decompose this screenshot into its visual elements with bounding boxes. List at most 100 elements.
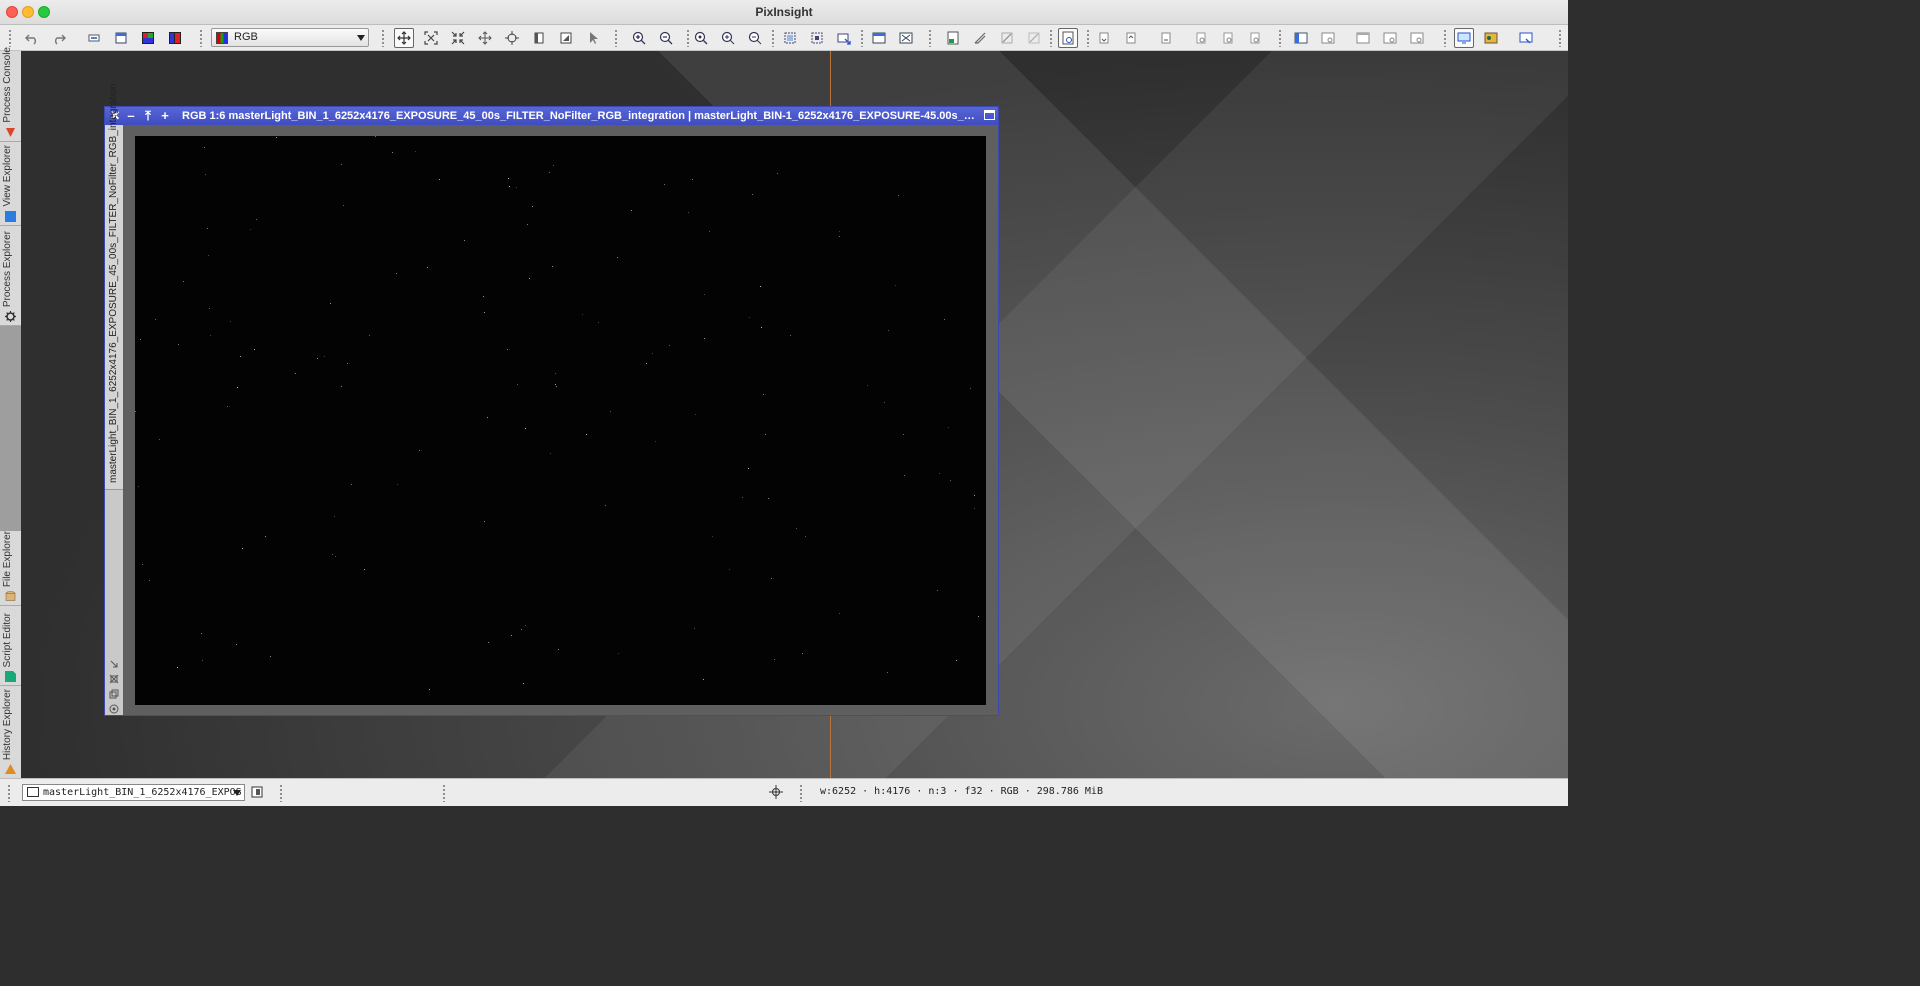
star-point — [586, 434, 587, 435]
new-image-button[interactable] — [111, 28, 131, 48]
toolbar-grip[interactable] — [686, 29, 690, 47]
view-selector[interactable]: masterLight_BIN_1_6252x4176_EXPOS — [22, 784, 245, 801]
stf-link-button[interactable] — [997, 28, 1017, 48]
mask-c-button[interactable] — [1245, 28, 1265, 48]
zoom-fit-button[interactable] — [448, 28, 468, 48]
statusbar-grip[interactable] — [7, 784, 11, 802]
edit-preview-button[interactable] — [807, 28, 827, 48]
mask-tool-button[interactable] — [556, 28, 576, 48]
cursor-readout-button[interactable] — [768, 784, 784, 800]
stf-auto-button[interactable] — [943, 28, 963, 48]
toolbar-grip[interactable] — [1558, 29, 1562, 47]
star-point — [796, 528, 797, 529]
zoom-in-button[interactable] — [629, 28, 649, 48]
star-point — [694, 628, 695, 629]
window-restore-icon[interactable] — [984, 110, 995, 120]
window-button[interactable] — [869, 28, 889, 48]
window-zoom-button[interactable] — [38, 6, 50, 18]
window-close-button[interactable] — [6, 6, 18, 18]
dock-tab-label: History Explorer — [2, 688, 13, 760]
dock-b-button[interactable] — [1380, 28, 1400, 48]
statusbar-grip[interactable] — [442, 784, 446, 802]
toolbar-grip[interactable] — [1278, 29, 1282, 47]
toolbar-grip[interactable] — [928, 29, 932, 47]
dock-a-button[interactable] — [1353, 28, 1373, 48]
mask-show-button[interactable] — [1094, 28, 1114, 48]
fit-view-button[interactable] — [421, 28, 441, 48]
screen-transfer-button[interactable] — [1058, 28, 1078, 48]
channel-select[interactable]: RGB — [211, 28, 369, 47]
toolbar-grip[interactable] — [860, 29, 864, 47]
image-shade-button[interactable]: ⤒ — [140, 108, 156, 124]
center-view-button[interactable] — [502, 28, 522, 48]
star-point — [970, 388, 971, 389]
toolbar-grip[interactable] — [614, 29, 618, 47]
image-id-tab[interactable]: masterLight_BIN_1_6252x4176_EXPOSURE_45_… — [105, 84, 123, 490]
clone-icon[interactable] — [109, 689, 119, 699]
dock-tab-file-explorer[interactable]: File Explorer — [0, 531, 21, 606]
star-point — [768, 498, 769, 499]
stf-edit-button[interactable] — [970, 28, 990, 48]
toolbar-grip[interactable] — [381, 29, 385, 47]
image-window[interactable]: ✕ – ⤒ + RGB 1:6 masterLight_BIN_1_6252x4… — [104, 84, 999, 716]
dock-tab-history-explorer[interactable]: History Explorer — [0, 686, 21, 778]
export-preview-button[interactable] — [834, 28, 854, 48]
pointer-button[interactable] — [583, 28, 603, 48]
fullscreen-button[interactable] — [1516, 28, 1536, 48]
layout-button[interactable] — [1291, 28, 1311, 48]
statusbar-grip[interactable] — [799, 784, 803, 802]
toolbar-grip[interactable] — [8, 29, 12, 47]
image-maximize-button[interactable]: + — [157, 108, 173, 124]
window-minimize-button[interactable] — [22, 6, 34, 18]
redo-button[interactable] — [49, 28, 69, 48]
monitor-button[interactable] — [1454, 28, 1474, 48]
image-canvas[interactable] — [135, 136, 986, 705]
dock-tab-process-explorer[interactable]: Process Explorer — [0, 226, 21, 326]
layout-alt-button[interactable] — [1318, 28, 1338, 48]
zoom-out-icon — [659, 31, 673, 45]
star-point — [208, 255, 209, 256]
move-button[interactable] — [475, 28, 495, 48]
zoom-fit-small-icon[interactable] — [109, 674, 119, 684]
stf-reset-button[interactable] — [1024, 28, 1044, 48]
channel-split-button[interactable] — [165, 28, 185, 48]
toolbar-grip[interactable] — [1049, 29, 1053, 47]
statusbar-grip[interactable] — [279, 784, 283, 802]
dock-tab-view-explorer[interactable]: View Explorer — [0, 142, 21, 226]
image-side-panel: masterLight_BIN_1_6252x4176_EXPOSURE_45_… — [105, 84, 123, 715]
target-icon[interactable] — [109, 704, 119, 714]
dock-tab-process-console[interactable]: Process Console — [0, 47, 21, 142]
zoom-1-1-button[interactable] — [691, 28, 711, 48]
toolbar-grip[interactable] — [199, 29, 203, 47]
resize-arrow-icon[interactable] — [109, 659, 119, 669]
dock-c-button[interactable] — [1407, 28, 1427, 48]
zoom-out-button[interactable] — [656, 28, 676, 48]
star-point — [742, 497, 743, 498]
star-point — [555, 373, 556, 374]
zoom-in-alt-button[interactable] — [718, 28, 738, 48]
pan-mode-button[interactable] — [394, 28, 414, 48]
toolbar-grip[interactable] — [1443, 29, 1447, 47]
image-window-title-bar[interactable]: ✕ – ⤒ + RGB 1:6 masterLight_BIN_1_6252x4… — [105, 107, 998, 125]
star-point — [135, 411, 136, 412]
preview-button[interactable] — [84, 28, 104, 48]
toolbar-grip[interactable] — [1086, 29, 1090, 47]
mask-b-button[interactable] — [1218, 28, 1238, 48]
zoom-out-alt-button[interactable] — [745, 28, 765, 48]
image-minimize-button[interactable]: – — [123, 108, 139, 124]
undo-button[interactable] — [22, 28, 42, 48]
window-fit-button[interactable] — [896, 28, 916, 48]
star-point — [948, 427, 949, 428]
view-clone-button[interactable] — [249, 784, 265, 800]
toolbar-grip[interactable] — [771, 29, 775, 47]
color-channels-button[interactable] — [138, 28, 158, 48]
color-management-button[interactable] — [1481, 28, 1501, 48]
mask-a-button[interactable] — [1191, 28, 1211, 48]
view-selector-value: masterLight_BIN_1_6252x4176_EXPOS — [43, 787, 242, 798]
main-toolbar: RGB — [0, 25, 1568, 51]
new-preview-button[interactable] — [780, 28, 800, 48]
mask-invert-button[interactable] — [1121, 28, 1141, 48]
dock-tab-script-editor[interactable]: Script Editor — [0, 606, 21, 686]
mask-enable-button[interactable] — [1156, 28, 1176, 48]
readout-button[interactable] — [529, 28, 549, 48]
